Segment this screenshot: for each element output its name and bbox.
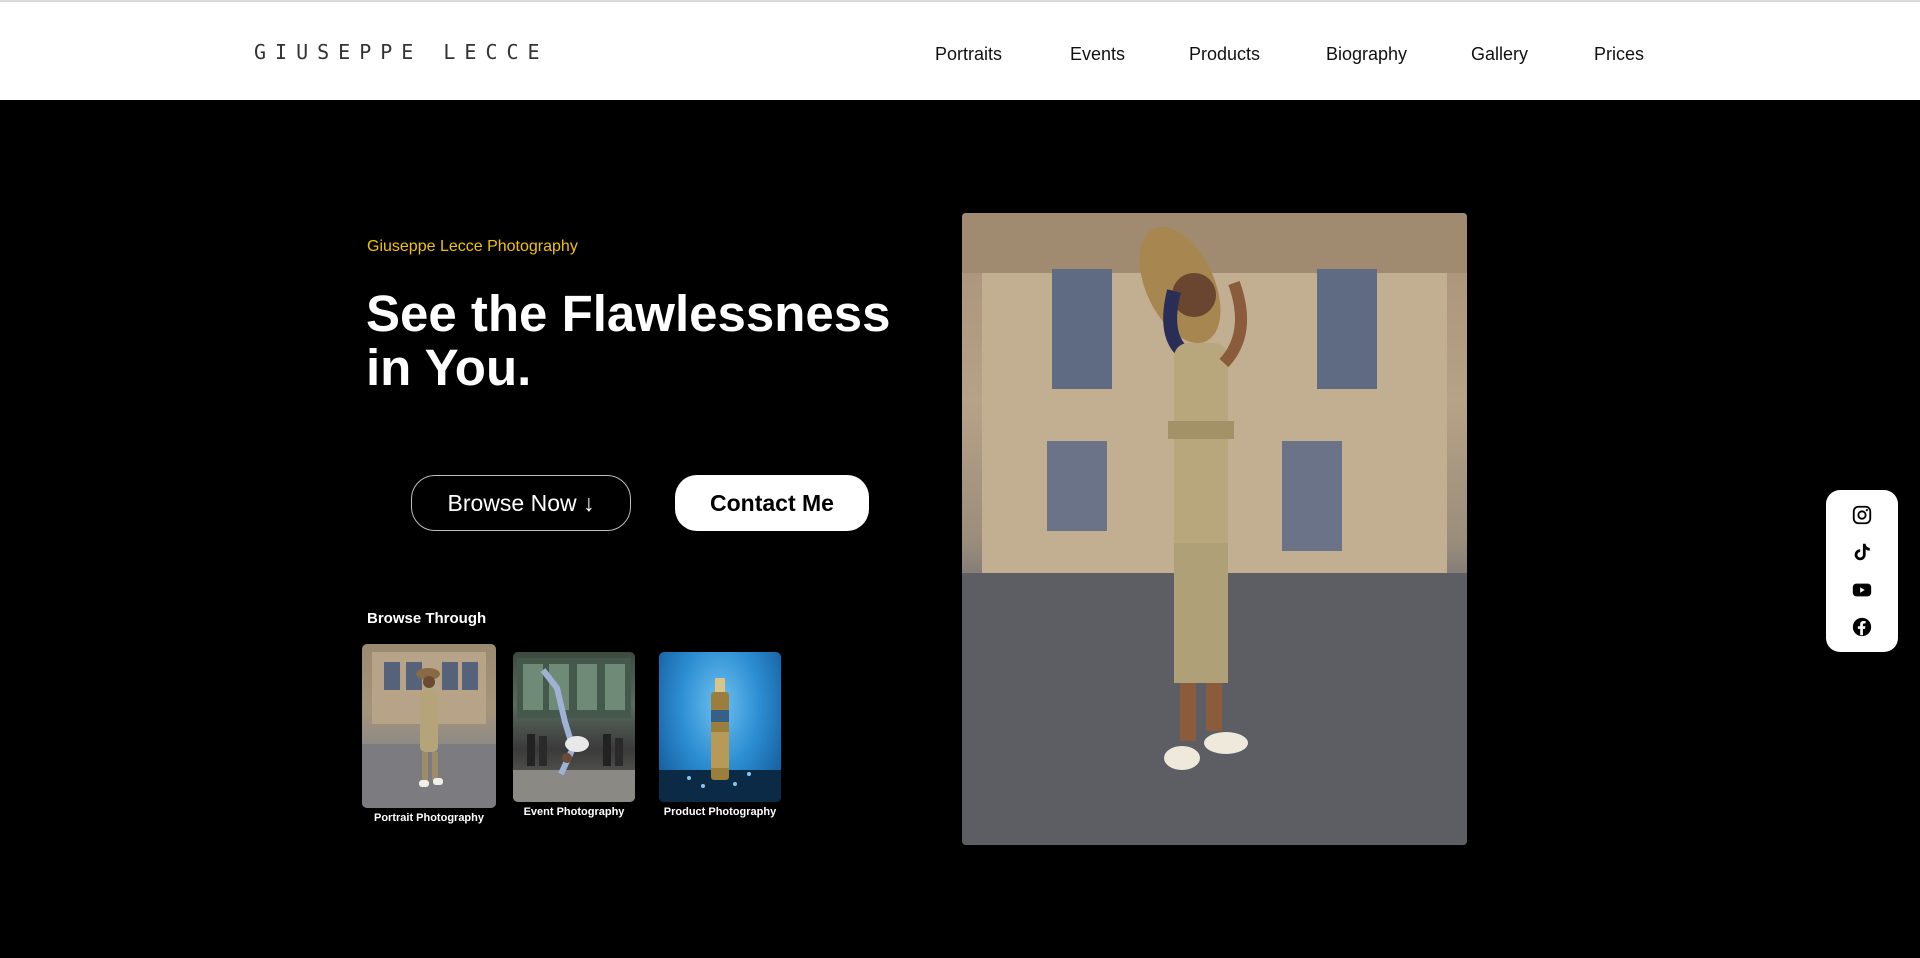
hero-main-photo (962, 213, 1467, 845)
nav-portraits[interactable]: Portraits (935, 44, 1002, 65)
facebook-icon[interactable] (1850, 615, 1874, 639)
thumb-event[interactable]: Event Photography (513, 652, 635, 818)
thumb-caption: Event Photography (523, 806, 625, 818)
thumb-caption: Portrait Photography (373, 812, 484, 824)
site-logo[interactable]: GIUSEPPE LECCE (254, 40, 549, 64)
nav-biography[interactable]: Biography (1326, 44, 1407, 65)
nav-products[interactable]: Products (1189, 44, 1260, 65)
contact-me-button[interactable]: Contact Me (675, 475, 869, 531)
product-thumbnail-image (659, 652, 781, 802)
browse-now-button[interactable]: Browse Now ↓ (411, 475, 631, 531)
portrait-thumbnail-image (362, 644, 496, 808)
thumb-product[interactable]: Product Photography (659, 652, 781, 818)
social-links (1826, 490, 1898, 652)
site-header: GIUSEPPE LECCE Portraits Events Products… (0, 0, 1920, 100)
youtube-icon[interactable] (1850, 578, 1874, 602)
event-thumbnail-image (513, 652, 635, 802)
nav-gallery[interactable]: Gallery (1471, 44, 1528, 65)
browse-through-heading: Browse Through (367, 610, 487, 627)
tiktok-icon[interactable] (1850, 540, 1874, 564)
hero-headline: See the Flawlessness in You. (366, 285, 891, 396)
thumb-caption: Product Photography (663, 806, 777, 818)
thumb-portrait[interactable]: Portrait Photography (362, 644, 496, 824)
hero-kicker: Giuseppe Lecce Photography (367, 238, 578, 255)
nav-events[interactable]: Events (1070, 44, 1125, 65)
nav-prices[interactable]: Prices (1594, 44, 1644, 65)
instagram-icon[interactable] (1850, 503, 1874, 527)
